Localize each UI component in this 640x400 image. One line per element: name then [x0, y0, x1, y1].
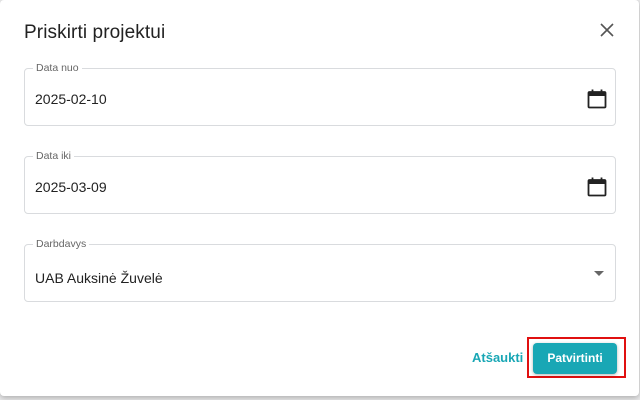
chevron-down-icon[interactable]	[594, 271, 604, 277]
employer-value[interactable]: UAB Auksinė Žuvelė	[35, 269, 163, 287]
cancel-button[interactable]: Atšaukti	[466, 346, 529, 370]
employer-select[interactable]: Darbdavys UAB Auksinė Žuvelė	[24, 237, 616, 302]
close-icon	[600, 23, 614, 37]
confirm-button[interactable]: Patvirtinti	[533, 343, 617, 374]
calendar-icon[interactable]	[586, 88, 608, 110]
close-button[interactable]	[596, 19, 618, 41]
calendar-icon[interactable]	[586, 176, 608, 198]
date-from-field[interactable]: Data nuo 2025-02-10	[24, 61, 616, 126]
assign-project-dialog: Priskirti projektui Data nuo 2025-02-10 …	[0, 0, 639, 396]
date-to-label: Data iki	[33, 149, 75, 163]
dialog-title: Priskirti projektui	[24, 22, 166, 43]
date-to-value[interactable]: 2025-03-09	[35, 178, 107, 196]
date-to-field[interactable]: Data iki 2025-03-09	[24, 149, 616, 214]
date-from-value[interactable]: 2025-02-10	[35, 90, 107, 108]
employer-label: Darbdavys	[33, 237, 90, 251]
date-from-label: Data nuo	[33, 61, 82, 75]
